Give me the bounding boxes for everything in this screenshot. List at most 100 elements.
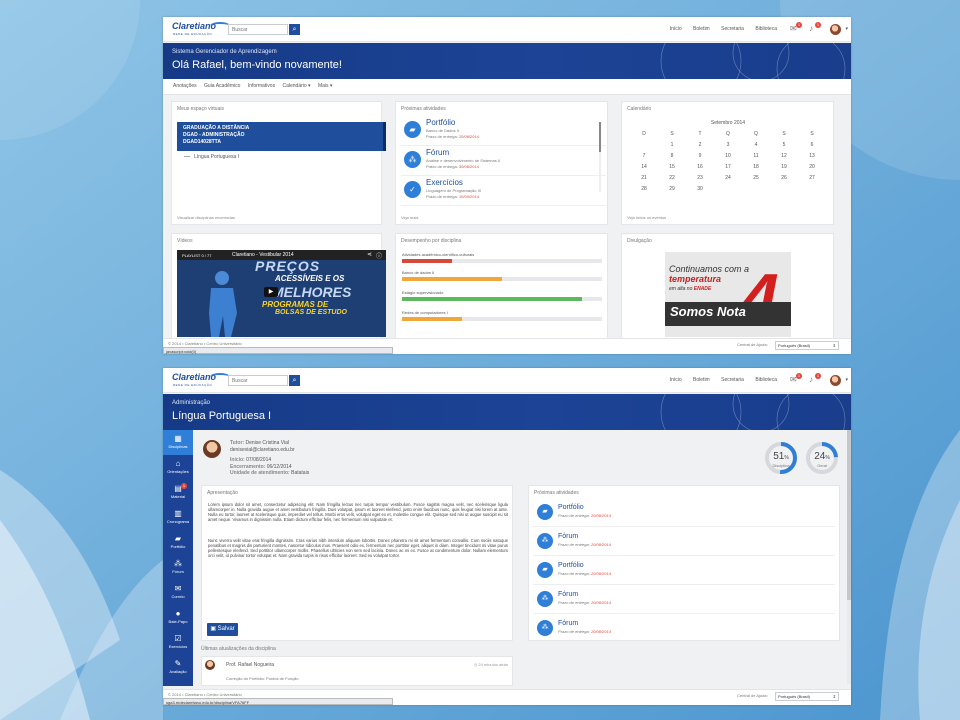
panel-title: Divulgação <box>627 238 652 244</box>
calendar-month: Setembro 2014 <box>710 120 746 126</box>
activity-item[interactable]: ✓ Exercícios Linguagem de Programação II… <box>401 176 606 206</box>
activity-item[interactable]: ▰ Portfólio Banco de Dados II Prazo de e… <box>401 116 606 146</box>
presentation-panel: Apresentação Lorem ipsum dolor sit amet,… <box>201 485 513 641</box>
activity-item[interactable]: ▰ Portfólio Prazo de entrega: 20/08/2014 <box>533 556 835 585</box>
sidebar-item-disciplinas[interactable]: ▦ Disciplinas <box>163 430 193 455</box>
forum-icon: ⁂ <box>537 620 553 636</box>
performance-fill <box>402 277 502 281</box>
nav-biblioteca[interactable]: Biblioteca <box>755 26 777 32</box>
save-icon: ▣ <box>210 626 216 632</box>
search-input[interactable] <box>228 375 288 386</box>
menu-informativos[interactable]: Informativos <box>248 83 275 89</box>
nav-secretaria[interactable]: Secretaria <box>721 26 744 32</box>
performance-track <box>402 317 602 321</box>
nav-secretaria[interactable]: Secretaria <box>721 377 744 383</box>
activity-item[interactable]: ⁂ Fórum Análise e desenvolvimento de Sis… <box>401 146 606 176</box>
sidebar-item-bate-papo[interactable]: ● Bate-Papo <box>163 605 193 630</box>
video-figure <box>209 271 237 337</box>
presentation-text[interactable]: Nunc viverra velit vitae erat fringilla … <box>208 538 508 558</box>
sidebar-item-forum[interactable]: ⁂ Fórum <box>163 555 193 580</box>
see-more-link[interactable]: Veja mais <box>401 215 418 220</box>
chevron-down-icon[interactable]: ▾ <box>845 26 848 32</box>
nav-boletim[interactable]: Boletim <box>693 26 710 32</box>
activity-item[interactable]: ▰ Portfólio Prazo de entrega: 20/08/2014 <box>533 498 835 527</box>
menu-anotacoes[interactable]: Anotações <box>173 83 197 89</box>
page-scrollbar[interactable] <box>847 430 851 684</box>
save-button[interactable]: ▣ Salvar <box>207 623 238 636</box>
sidebar-item-portfolio[interactable]: ▰ Portfólio <box>163 530 193 555</box>
all-events-link[interactable]: Veja todos os eventos <box>627 215 666 220</box>
presentation-text[interactable]: Lorem ipsum dolor sit amet, consectetur … <box>208 502 508 522</box>
course-sidebar: ▦ Disciplinas ⌂ Orientações ▤ Material 1 ▥ Cr… <box>163 430 193 686</box>
nav-inicio[interactable]: Início <box>670 26 682 32</box>
sidebar-item-cronograma[interactable]: ▥ Cronograma <box>163 505 193 530</box>
bell-icon[interactable]: ♪ 1 <box>809 22 821 33</box>
page-banner: Sistema Gerenciador de Aprendizagem Olá … <box>163 43 851 79</box>
help-label[interactable]: Central de Ajuda: <box>737 693 768 698</box>
sidebar-item-material[interactable]: ▤ Material 1 <box>163 480 193 505</box>
author-name: Prof. Rafael Nogueira <box>226 662 275 668</box>
nav-biblioteca[interactable]: Biblioteca <box>755 377 777 383</box>
mail-icon[interactable]: ✉ 1 <box>790 373 802 384</box>
activities-scrollbar[interactable] <box>599 122 601 192</box>
nav-boletim[interactable]: Boletim <box>693 377 710 383</box>
tutor-email[interactable]: denisevial@claretiano.edu.br <box>230 447 309 454</box>
search-button[interactable]: ⌕ <box>289 375 300 386</box>
search-input[interactable] <box>228 24 288 35</box>
footer: © 2014 • Claretiano • Centro Universitár… <box>163 338 851 354</box>
mail-badge: 1 <box>796 22 802 28</box>
grid-icon: ▦ <box>174 434 182 443</box>
panel-title: Meus espaço virtuais <box>177 106 224 112</box>
claretiano-logo[interactable]: Claretiano REDE DE EDUCAÇÃO <box>172 372 230 390</box>
sidebar-item-exercicios[interactable]: ☑ Exercícios <box>163 630 193 655</box>
activity-item[interactable]: ⁂ Fórum Prazo de entrega: 20/08/2014 <box>533 527 835 556</box>
chevron-down-icon[interactable]: ▾ <box>845 377 848 383</box>
top-bar: Claretiano REDE DE EDUCAÇÃO ⌕ Início Bol… <box>163 17 851 42</box>
share-icon[interactable]: ⋖ <box>367 251 372 258</box>
play-icon[interactable]: ▶ <box>264 287 278 297</box>
bell-badge: 1 <box>815 22 821 28</box>
panel-title: Vídeos <box>177 238 193 244</box>
performance-track <box>402 277 602 281</box>
menu-guia-academico[interactable]: Guia Acadêmico <box>204 83 240 89</box>
status-bar-url: javascript:void(0) <box>163 347 393 354</box>
help-label[interactable]: Central de Ajuda: <box>737 342 768 347</box>
promo-banner[interactable]: 4 Continuamos com a temperatura em alta … <box>665 252 791 337</box>
subject-link[interactable]: Língua Portuguesa I <box>184 154 239 160</box>
user-avatar[interactable] <box>830 24 841 35</box>
chevron-down-icon: ⇕ <box>832 694 836 699</box>
panel-title: Próximas atividades <box>534 490 579 496</box>
performance-item: Banco de dados II <box>402 270 602 281</box>
calendar-weekdays: DSTQQSS <box>642 130 814 137</box>
logo-swoosh-icon <box>210 22 230 30</box>
bell-icon[interactable]: ♪ 1 <box>809 373 821 384</box>
search-icon: ⌕ <box>292 377 297 384</box>
claretiano-logo[interactable]: Claretiano REDE DE EDUCAÇÃO <box>172 21 230 39</box>
course-card[interactable]: GRADUAÇÃO A DISTÂNCIA DGAD - ADMINISTRAÇ… <box>177 122 386 151</box>
menu-calendario[interactable]: Calendário ▾ <box>282 83 310 89</box>
bell-badge: 1 <box>815 373 821 379</box>
upcoming-activities-panel: Próximas atividades ▰ Portfólio Banco de… <box>395 101 608 225</box>
search-button[interactable]: ⌕ <box>289 24 300 35</box>
sidebar-item-orientacoes[interactable]: ⌂ Orientações <box>163 455 193 480</box>
sidebar-item-avaliacao[interactable]: ✎ Avaliação <box>163 655 193 680</box>
closed-subjects-link[interactable]: Visualizar disciplinas encerradas <box>177 215 235 220</box>
menu-mais[interactable]: Mais ▾ <box>318 83 332 89</box>
panel-title: Próximas atividades <box>401 106 446 112</box>
video-player[interactable]: PLAYLIST 0 / 77 Claretiano - Vestibular … <box>177 250 386 337</box>
language-select[interactable]: Português (Brasil) ⇕ <box>775 341 839 350</box>
forum-icon: ⁂ <box>174 559 182 568</box>
tutor-name: Denise Cristina Vial <box>245 440 290 446</box>
activity-item[interactable]: ⁂ Fórum Prazo de entrega: 20/08/2014 <box>533 585 835 614</box>
mail-icon[interactable]: ✉ 1 <box>790 22 802 33</box>
activity-item[interactable]: ⁂ Fórum Prazo de entrega: 20/08/2014 <box>533 614 835 643</box>
user-avatar[interactable] <box>830 375 841 386</box>
nav-inicio[interactable]: Início <box>670 377 682 383</box>
copyright: © 2014 • Claretiano • Centro Universitár… <box>168 692 242 697</box>
update-item[interactable]: Prof. Rafael Nogueira ◷ 24 minutos atrás… <box>201 656 513 686</box>
sidebar-item-correio[interactable]: ✉ Correio <box>163 580 193 605</box>
forum-icon: ⁂ <box>537 533 553 549</box>
calendar-week: 14 15 16 17 18 19 20 <box>641 163 815 170</box>
info-icon[interactable]: ⓘ <box>376 251 382 260</box>
language-select[interactable]: Português (Brasil) ⇕ <box>775 692 839 701</box>
